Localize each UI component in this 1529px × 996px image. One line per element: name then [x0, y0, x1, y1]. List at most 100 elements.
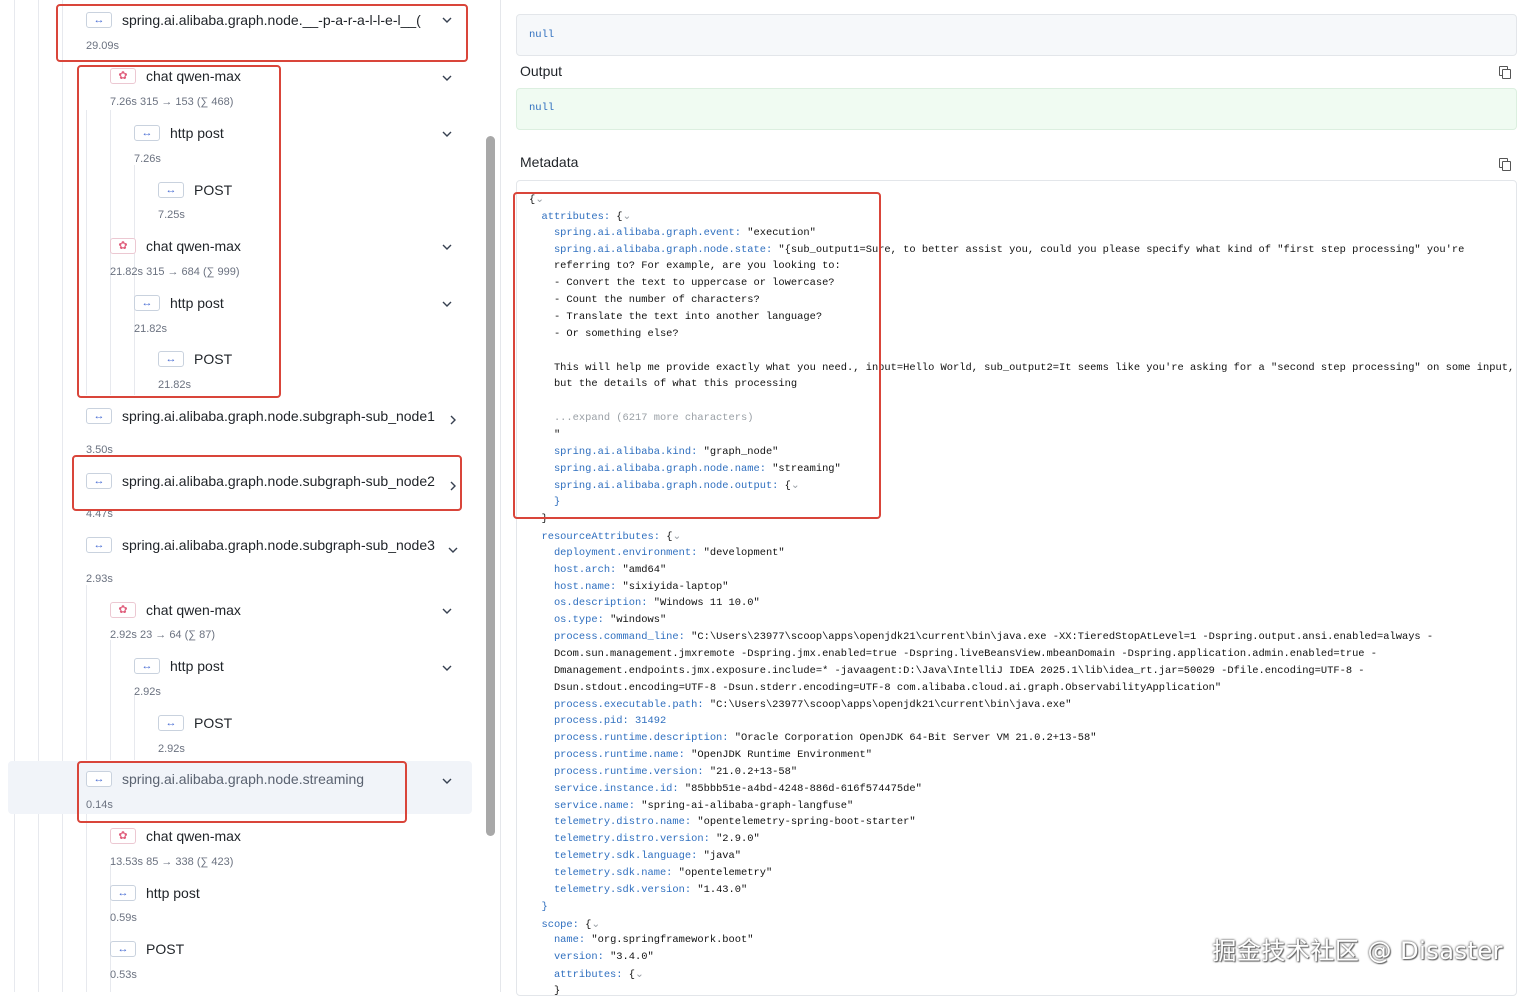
tree-node-title: POST [194, 715, 233, 731]
tree-node-header[interactable]: ↔ spring.ai.alibaba.graph.node.subgraph-s… [86, 535, 435, 555]
tree-node[interactable]: ✿ chat qwen-max [110, 826, 241, 846]
metadata-line: process.executable.path: "C:\Users\23977… [529, 698, 1072, 711]
tree-guide-line [62, 0, 63, 992]
json-value: "Windows 11 10.0" [653, 597, 760, 610]
chevron-down-icon[interactable] [440, 297, 454, 311]
json-value: "{sub_output1=Sure, to better assist you… [778, 243, 1465, 256]
tree-node[interactable]: ↔ POST [158, 713, 232, 733]
json-key: process.runtime.name: [529, 749, 692, 762]
chevron-down-icon[interactable] [440, 604, 454, 618]
metadata-line: telemetry.distro.name: "opentelemetry-sp… [529, 816, 916, 828]
json-key: telemetry.sdk.language: [529, 850, 704, 863]
chevron-down-icon[interactable] [440, 240, 454, 254]
tree-node[interactable]: ↔ POST [110, 939, 184, 959]
json-value: Dcom.sun.management.jmxremote -Dspring.j… [529, 647, 1378, 660]
json-value: "3.4.0" [610, 951, 654, 964]
json-key: 31492 [635, 715, 667, 728]
tree-node-header[interactable]: ↔ POST [110, 939, 184, 959]
json-value: "development" [703, 546, 785, 559]
tree-guide-line [134, 695, 135, 760]
tree-node-meta: 2.92s 23 → 64 (∑ 87) [110, 629, 216, 641]
span-icon: ↔ [86, 537, 112, 553]
tree-scrollbar[interactable] [486, 136, 495, 836]
tree-node-header[interactable]: ↔ http post [134, 656, 224, 676]
json-key: process.executable.path: [529, 698, 710, 711]
tree-node-header[interactable]: ↔ POST [158, 713, 232, 733]
tree-node[interactable]: ↔ spring.ai.alibaba.graph.node.subgraph-s… [86, 535, 435, 555]
metadata-line: attributes: {⌄ [529, 968, 644, 981]
json-key: process.runtime.version: [529, 765, 710, 778]
json-toggle[interactable]: ⌄ [591, 919, 600, 931]
json-value: Dsun.stdout.encoding=UTF-8 -Dsun.stderr.… [529, 681, 1222, 694]
json-value: "2.9.0" [716, 833, 760, 846]
metadata-line: telemetry.sdk.name: "opentelemetry" [529, 867, 772, 879]
json-value: "amd64" [622, 563, 667, 576]
tree-node-header[interactable]: ↔ spring.ai.alibaba.graph.node.subgraph-s… [86, 406, 435, 426]
tree-guide-line [38, 0, 39, 992]
tree-node-title: spring.ai.alibaba.graph.node.subgraph-su… [122, 408, 435, 424]
span-icon: ↔ [86, 408, 112, 424]
output-value: null [529, 102, 555, 114]
annotation-box [77, 65, 281, 398]
json-key: version: [529, 951, 611, 964]
metadata-line: process.pid: 31492 [529, 715, 666, 727]
metadata-line: os.type: "windows" [529, 614, 666, 626]
metadata-line: service.name: "spring-ai-alibaba-graph-l… [529, 800, 853, 812]
tree-node[interactable]: ↔ spring.ai.alibaba.graph.node.subgraph-s… [86, 406, 435, 426]
json-value: "1.43.0" [697, 883, 748, 896]
metadata-line: deployment.environment: "development" [529, 547, 785, 559]
tree-node-header[interactable]: ✿ chat qwen-max [110, 600, 241, 620]
json-value: } [529, 984, 561, 996]
tree-node-meta: 13.53s 85 → 338 (∑ 423) [110, 856, 234, 868]
json-key: service.instance.id: [529, 782, 685, 795]
metadata-line: telemetry.sdk.version: "1.43.0" [529, 884, 747, 896]
chevron-down-icon[interactable] [440, 71, 454, 85]
annotation-box [513, 192, 881, 519]
tree-node-header[interactable]: ✿ chat qwen-max [110, 826, 241, 846]
metadata-line: telemetry.sdk.language: "java" [529, 850, 741, 862]
metadata-line: service.instance.id: "85bbb51e-a4bd-4248… [529, 783, 922, 795]
tree-node[interactable]: ↔ http post [110, 883, 200, 903]
metadata-line: Dcom.sun.management.jmxremote -Dspring.j… [529, 648, 1377, 660]
metadata-line: process.runtime.name: "OpenJDK Runtime E… [529, 749, 872, 761]
tree-guide-line [86, 585, 87, 760]
metadata-line: os.description: "Windows 11 10.0" [529, 597, 760, 609]
tree-guide-line [110, 640, 111, 760]
tree-node-title: spring.ai.alibaba.graph.node.subgraph-su… [122, 537, 435, 553]
metadata-line: host.arch: "amd64" [529, 564, 666, 576]
tree-node-meta: 2.92s [158, 743, 185, 755]
span-detail-panel: null Output null Metadata {⌄ attributes:… [500, 0, 1529, 996]
json-key: telemetry.sdk.name: [529, 867, 679, 879]
json-value: "spring-ai-alibaba-graph-langfuse" [641, 799, 854, 812]
json-key: os.description: [529, 597, 654, 610]
span-icon: ↔ [110, 885, 136, 901]
chevron-down-icon[interactable] [440, 661, 454, 675]
json-value: "Oracle Corporation OpenJDK 64-Bit Serve… [734, 732, 1097, 745]
copy-icon[interactable] [1499, 158, 1511, 171]
json-value: "windows" [610, 614, 667, 627]
tree-node-header[interactable]: ↔ http post [110, 883, 200, 903]
chevron-down-icon[interactable] [440, 774, 454, 788]
copy-icon[interactable] [1499, 66, 1511, 79]
trace-tree-panel: ↔ spring.ai.alibaba.graph.node.__-p-a-r-a… [0, 0, 501, 992]
metadata-line: process.runtime.version: "21.0.2+13-58" [529, 766, 797, 778]
chevron-right-icon[interactable] [446, 413, 460, 427]
json-value: "opentelemetry-spring-boot-starter" [697, 816, 916, 829]
json-value: "C:\Users\23977\scoop\apps\openjdk21\cur… [691, 631, 1434, 644]
tree-node[interactable]: ✿ chat qwen-max [110, 600, 241, 620]
chevron-down-icon[interactable] [440, 127, 454, 141]
json-value: "java" [703, 850, 742, 863]
json-toggle[interactable]: ⌄ [672, 531, 681, 543]
annotation-box [77, 761, 407, 823]
tree-node[interactable]: ↔ http post [134, 656, 224, 676]
json-key: host.arch: [529, 563, 623, 576]
chevron-down-icon[interactable] [446, 543, 460, 557]
metadata-line: host.name: "sixiyida-laptop" [529, 581, 729, 593]
json-toggle[interactable]: ⌄ [635, 969, 644, 981]
tree-node-title: POST [146, 941, 185, 957]
json-key: } [529, 900, 548, 913]
json-key: host.name: [529, 580, 623, 593]
annotation-box [72, 455, 462, 511]
tree-node-title: http post [170, 658, 224, 674]
metadata-line: process.command_line: "C:\Users\23977\sc… [529, 631, 1433, 643]
